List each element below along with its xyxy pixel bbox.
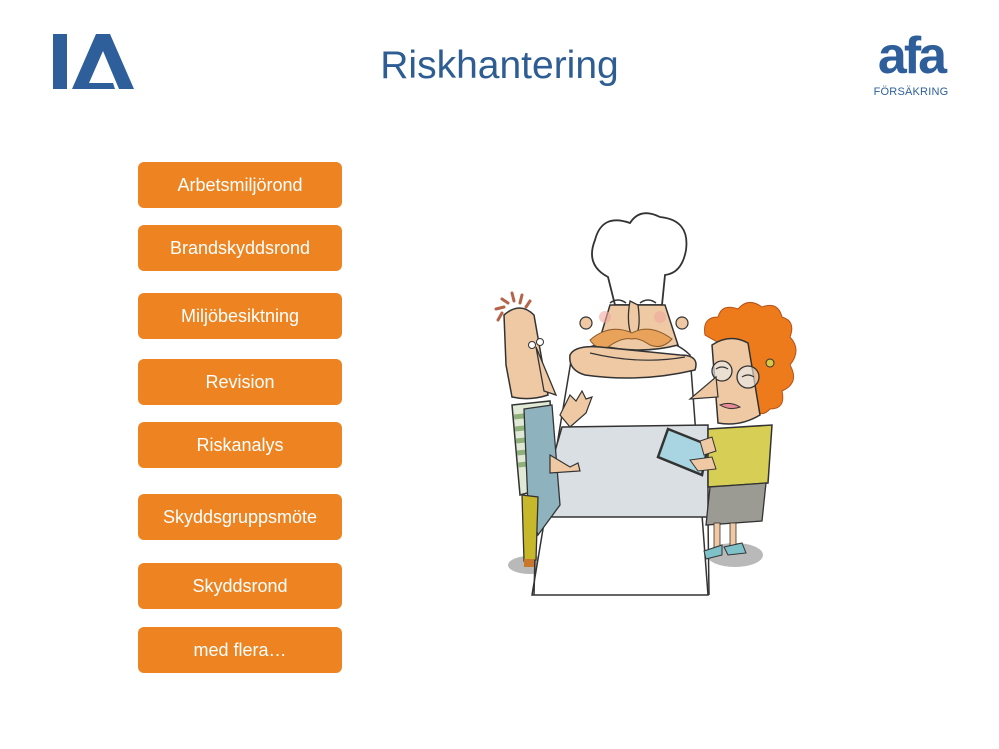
page-title: Riskhantering — [380, 44, 619, 87]
menu-button-skyddsrond[interactable]: Skyddsrond — [138, 563, 342, 609]
chef-figure — [531, 212, 709, 596]
menu-button-miljobesiktning[interactable]: Miljöbesiktning — [138, 293, 342, 339]
afa-forsakring-logo: afa FÖRSÄKRING — [870, 28, 952, 100]
menu-button-revision[interactable]: Revision — [138, 359, 342, 405]
cartoon-illustration — [490, 205, 830, 600]
menu-button-skyddsgruppsmote[interactable]: Skyddsgruppsmöte — [138, 494, 342, 540]
menu-button-riskanalys[interactable]: Riskanalys — [138, 422, 342, 468]
menu-button-brandskyddsrond[interactable]: Brandskyddsrond — [138, 225, 342, 271]
chef-and-staff-illustration — [494, 212, 797, 596]
afa-logo-subtitle: FÖRSÄKRING — [873, 86, 949, 98]
menu-button-med-flera[interactable]: med flera… — [138, 627, 342, 673]
afa-logo-word: afa — [877, 27, 947, 85]
menu-button-arbetsmiljorond[interactable]: Arbetsmiljörond — [138, 162, 342, 208]
